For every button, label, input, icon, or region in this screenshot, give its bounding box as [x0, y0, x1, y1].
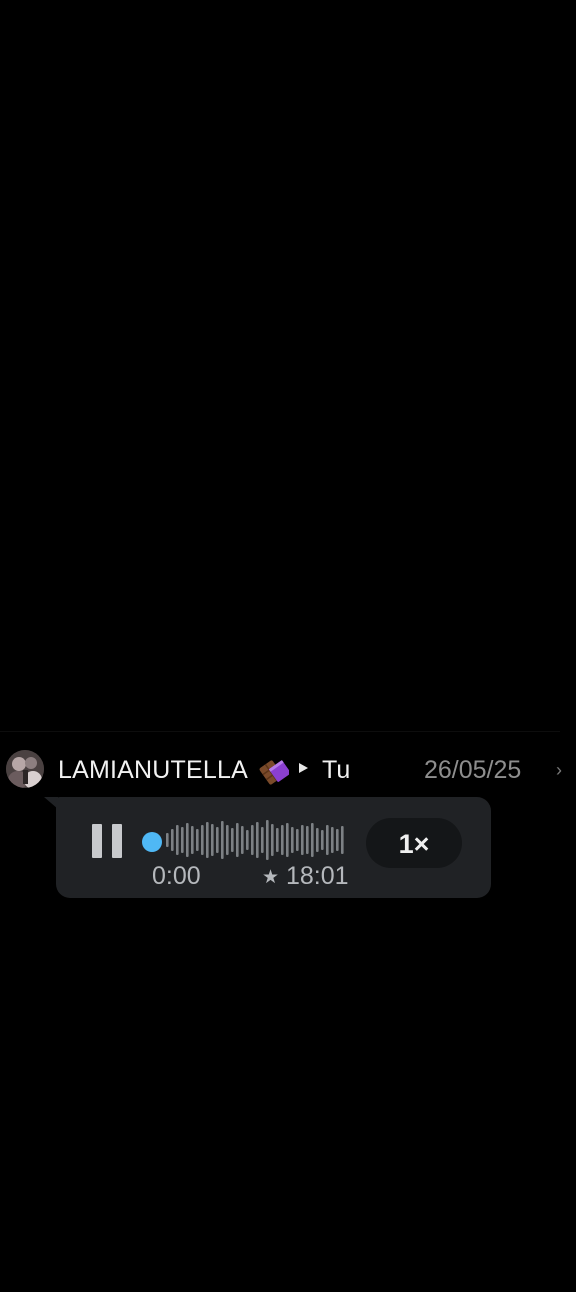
waveform-bar — [241, 826, 244, 854]
total-duration: 18:01 — [286, 862, 349, 890]
waveform-bar — [281, 825, 284, 855]
waveform-bar — [216, 827, 219, 853]
current-time: 0:00 — [152, 862, 201, 890]
chevron-right-icon[interactable]: › — [556, 760, 562, 781]
sender-name[interactable]: LAMIANUTELLA — [58, 756, 248, 785]
pause-button[interactable] — [92, 824, 124, 858]
waveform-bar — [266, 820, 269, 860]
message-date: 26/05/25 — [424, 756, 522, 784]
star-icon: ★ — [262, 867, 280, 888]
waveform-bar — [191, 826, 194, 854]
pause-icon-bar-right — [112, 824, 122, 858]
playhead-dot[interactable] — [142, 832, 162, 852]
waveform-bar — [226, 825, 229, 855]
recipient-name: Tu — [322, 756, 351, 784]
waveform-bar — [261, 827, 264, 853]
waveform-bar — [291, 827, 294, 853]
waveform-bar — [301, 825, 304, 855]
waveform-bar — [251, 825, 254, 855]
waveform-bar — [176, 825, 179, 855]
audio-waveform[interactable] — [142, 816, 352, 864]
waveform-bar — [326, 825, 329, 855]
waveform-bar — [276, 828, 279, 852]
screen: LAMIANUTELLA Tu 26/05/25 › 0:00 ★ 18:01 … — [0, 0, 576, 1292]
waveform-bar — [336, 829, 339, 851]
waveform-bar — [171, 829, 174, 851]
avatar-image — [6, 750, 44, 788]
waveform-bar — [311, 823, 314, 857]
pause-icon-bar-left — [92, 824, 102, 858]
waveform-bar — [341, 826, 344, 854]
waveform-bar — [186, 823, 189, 857]
waveform-bar — [236, 823, 239, 857]
waveform-bar — [306, 826, 309, 854]
waveform-bar — [296, 829, 299, 851]
waveform-bar — [181, 827, 184, 853]
waveform-bar — [321, 830, 324, 850]
waveform-bar — [206, 822, 209, 858]
waveform-bar — [256, 822, 259, 858]
playback-speed-button[interactable]: 1× — [366, 818, 462, 868]
waveform-bar — [271, 824, 274, 856]
message-header: LAMIANUTELLA Tu 26/05/25 › — [0, 748, 576, 794]
chocolate-bar-icon — [259, 760, 289, 785]
waveform-bar — [246, 830, 249, 850]
waveform-bar — [286, 823, 289, 857]
divider — [0, 731, 560, 732]
waveform-bar — [201, 825, 204, 855]
waveform-bar — [221, 821, 224, 859]
waveform-bar — [231, 828, 234, 852]
arrow-right-icon — [299, 763, 308, 773]
waveform-bar — [316, 828, 319, 852]
waveform-bar — [196, 829, 199, 851]
waveform-bar — [331, 827, 334, 853]
waveform-bar — [166, 833, 169, 847]
waveform-bar — [211, 824, 214, 856]
avatar[interactable] — [6, 750, 44, 788]
